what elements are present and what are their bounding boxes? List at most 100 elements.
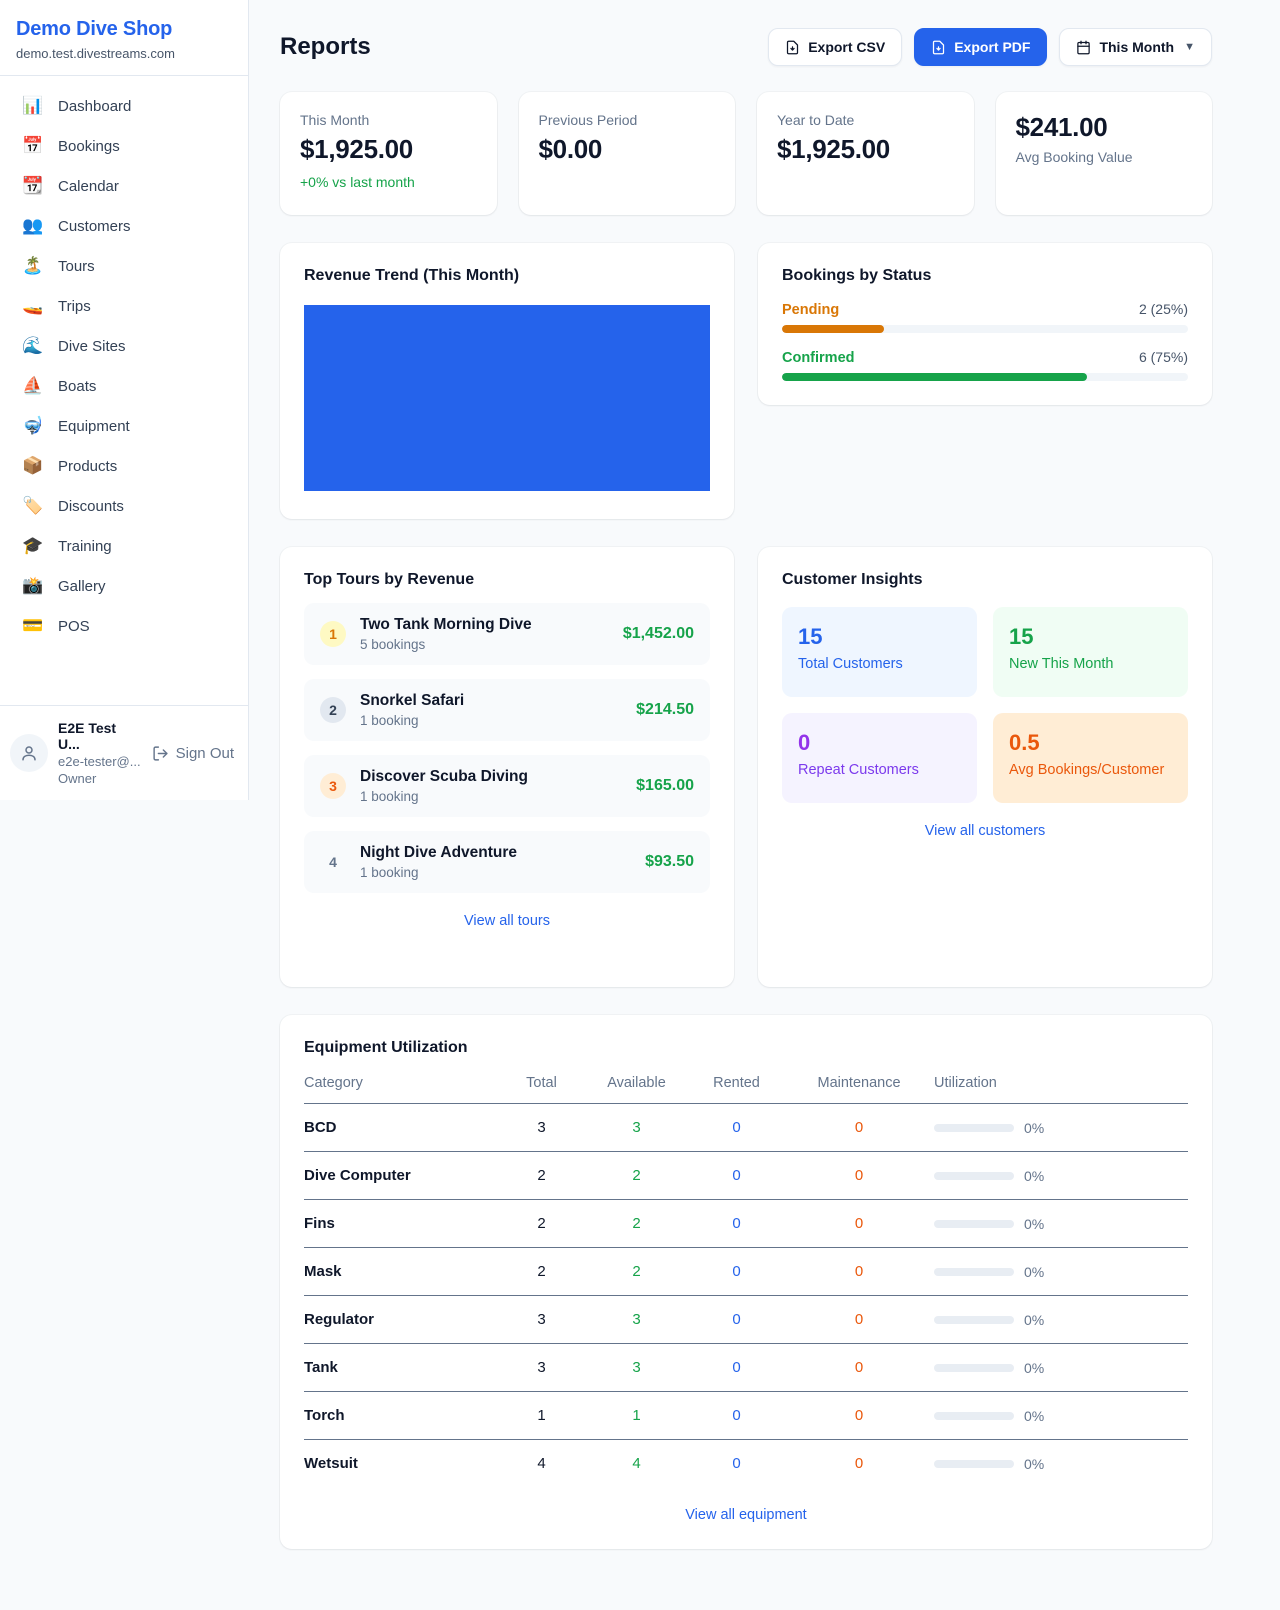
view-all-tours-link[interactable]: View all tours xyxy=(304,913,710,929)
cell-rented: 0 xyxy=(689,1215,784,1232)
user-section: E2E Test U... e2e-tester@... Owner Sign … xyxy=(0,705,248,800)
stat-card-this-month: This Month $1,925.00 +0% vs last month xyxy=(280,92,497,215)
utilization-bar xyxy=(934,1460,1014,1468)
table-row: Wetsuit 4 4 0 0 0% xyxy=(304,1440,1188,1487)
equipment-utilization-title: Equipment Utilization xyxy=(304,1039,1188,1057)
cell-utilization: 0% xyxy=(934,1120,1188,1136)
cell-total: 2 xyxy=(499,1215,584,1232)
sidebar-item-training[interactable]: 🎓Training xyxy=(0,526,248,566)
stat-label: This Month xyxy=(300,112,477,128)
tour-revenue: $214.50 xyxy=(636,701,694,719)
bookings-by-status-title: Bookings by Status xyxy=(782,267,1188,285)
page-title: Reports xyxy=(280,33,371,61)
sidebar-item-label: Customers xyxy=(58,218,131,235)
status-row-confirmed: Confirmed 6 (75%) xyxy=(782,349,1188,381)
tour-revenue: $93.50 xyxy=(645,853,694,871)
shop-domain: demo.test.divestreams.com xyxy=(16,46,232,61)
progress-fill xyxy=(782,325,884,333)
sidebar-item-gallery[interactable]: 📸Gallery xyxy=(0,566,248,606)
cell-utilization: 0% xyxy=(934,1168,1188,1184)
cell-category: Fins xyxy=(304,1215,499,1232)
credit-card-icon: 💳 xyxy=(22,616,44,636)
tour-bookings: 1 booking xyxy=(360,865,631,880)
export-csv-button[interactable]: Export CSV xyxy=(768,28,902,66)
sidebar-item-label: Dive Sites xyxy=(58,338,126,355)
status-row-pending: Pending 2 (25%) xyxy=(782,301,1188,333)
tour-row: 2 Snorkel Safari1 booking $214.50 xyxy=(304,679,710,741)
sidebar-item-label: Calendar xyxy=(58,178,119,195)
sidebar-item-label: Discounts xyxy=(58,498,124,515)
sidebar-header: Demo Dive Shop demo.test.divestreams.com xyxy=(0,0,248,76)
revenue-trend-card: Revenue Trend (This Month) xyxy=(280,243,734,519)
stat-cards: This Month $1,925.00 +0% vs last month P… xyxy=(280,92,1212,215)
sidebar-item-pos[interactable]: 💳 POS xyxy=(0,606,248,646)
tile-label: Total Customers xyxy=(798,656,961,672)
shop-name: Demo Dive Shop xyxy=(16,18,232,41)
cell-total: 1 xyxy=(499,1407,584,1424)
sidebar-item-bookings[interactable]: 📅Bookings xyxy=(0,126,248,166)
tour-name: Night Dive Adventure xyxy=(360,844,631,862)
cell-utilization: 0% xyxy=(934,1408,1188,1424)
user-email: e2e-tester@... xyxy=(58,754,142,769)
cell-utilization: 0% xyxy=(934,1264,1188,1280)
tour-name: Two Tank Morning Dive xyxy=(360,616,609,634)
sidebar-item-calendar[interactable]: 📆Calendar xyxy=(0,166,248,206)
log-out-icon xyxy=(152,745,169,762)
customer-insights-title: Customer Insights xyxy=(782,571,1188,589)
table-row: Dive Computer 2 2 0 0 0% xyxy=(304,1152,1188,1200)
sidebar-item-tours[interactable]: 🏝️Tours xyxy=(0,246,248,286)
sidebar-item-dive-sites[interactable]: 🌊Dive Sites xyxy=(0,326,248,366)
top-tours-title: Top Tours by Revenue xyxy=(304,571,710,589)
export-csv-label: Export CSV xyxy=(808,39,885,55)
tour-bookings: 1 booking xyxy=(360,789,622,804)
sidebar-item-discounts[interactable]: 🏷️Discounts xyxy=(0,486,248,526)
tour-revenue: $165.00 xyxy=(636,777,694,795)
sidebar-item-label: POS xyxy=(58,618,90,635)
sign-out-label: Sign Out xyxy=(176,745,234,762)
sidebar-item-equipment[interactable]: 🤿Equipment xyxy=(0,406,248,446)
col-rented: Rented xyxy=(689,1075,784,1091)
tour-row: 1 Two Tank Morning Dive5 bookings $1,452… xyxy=(304,603,710,665)
stat-card-year-to-date: Year to Date $1,925.00 xyxy=(757,92,974,215)
file-download-icon xyxy=(931,40,946,55)
cell-utilization: 0% xyxy=(934,1312,1188,1328)
customers-icon: 👥 xyxy=(22,216,44,236)
cell-available: 2 xyxy=(584,1263,689,1280)
diving-mask-icon: 🤿 xyxy=(22,416,44,436)
cell-category: Mask xyxy=(304,1263,499,1280)
utilization-bar xyxy=(934,1316,1014,1324)
export-pdf-button[interactable]: Export PDF xyxy=(914,28,1047,66)
tile-value: 0.5 xyxy=(1009,730,1172,756)
cell-category: Wetsuit xyxy=(304,1455,499,1472)
cell-rented: 0 xyxy=(689,1167,784,1184)
stat-value: $0.00 xyxy=(539,134,716,165)
cell-total: 2 xyxy=(499,1263,584,1280)
status-count: 6 (75%) xyxy=(1139,349,1188,365)
bookings-by-status-card: Bookings by Status Pending 2 (25%) Confi… xyxy=(758,243,1212,405)
sidebar-item-dashboard[interactable]: 📊Dashboard xyxy=(0,86,248,126)
sign-out-button[interactable]: Sign Out xyxy=(152,745,234,762)
cell-available: 3 xyxy=(584,1311,689,1328)
period-dropdown[interactable]: This Month ▼ xyxy=(1059,28,1212,66)
cell-available: 2 xyxy=(584,1167,689,1184)
sidebar-item-customers[interactable]: 👥 Customers xyxy=(0,206,248,246)
rank-badge: 3 xyxy=(320,773,346,799)
user-name: E2E Test U... xyxy=(58,720,142,752)
tile-label: Avg Bookings/Customer xyxy=(1009,762,1172,778)
utilization-pct: 0% xyxy=(1024,1264,1044,1280)
progress-track xyxy=(782,325,1188,333)
cell-maintenance: 0 xyxy=(784,1167,934,1184)
view-all-equipment-link[interactable]: View all equipment xyxy=(304,1507,1188,1523)
cell-available: 3 xyxy=(584,1119,689,1136)
person-icon xyxy=(20,744,38,762)
view-all-customers-link[interactable]: View all customers xyxy=(782,823,1188,839)
sidebar-item-label: Dashboard xyxy=(58,98,131,115)
rank-badge: 4 xyxy=(320,849,346,875)
utilization-pct: 0% xyxy=(1024,1360,1044,1376)
sidebar-item-trips[interactable]: 🚤Trips xyxy=(0,286,248,326)
equipment-utilization-card: Equipment Utilization Category Total Ava… xyxy=(280,1015,1212,1549)
sidebar-item-products[interactable]: 📦Products xyxy=(0,446,248,486)
cell-maintenance: 0 xyxy=(784,1311,934,1328)
sidebar-item-boats[interactable]: ⛵Boats xyxy=(0,366,248,406)
revenue-bar xyxy=(304,305,710,491)
